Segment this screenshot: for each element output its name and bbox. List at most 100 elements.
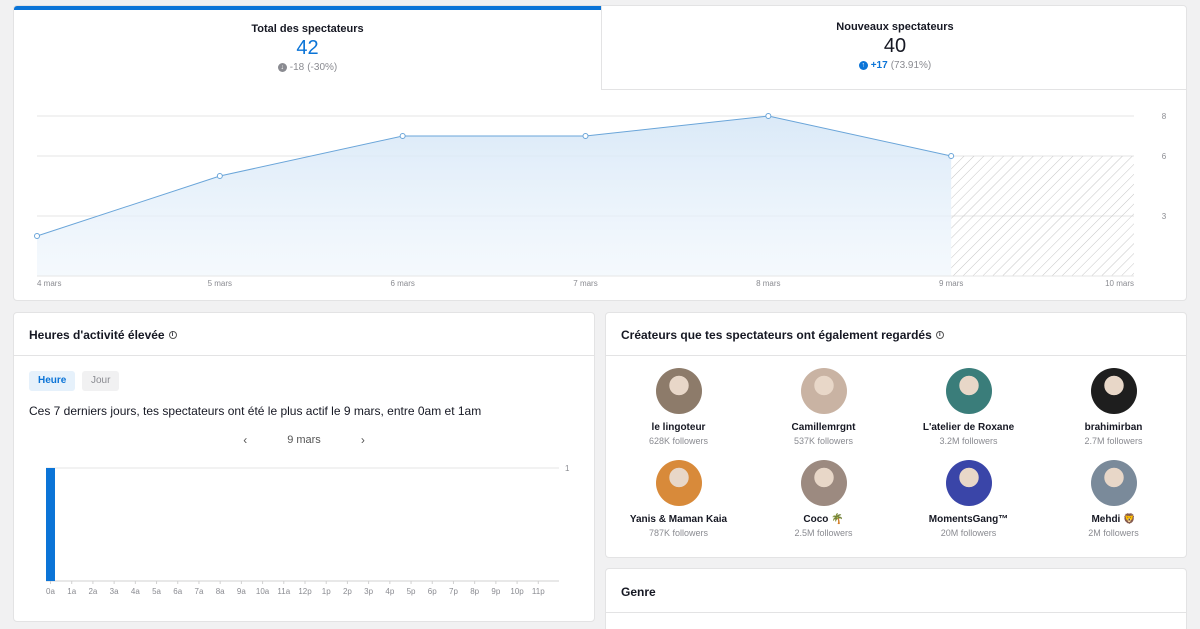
arrow-down-icon: ↓ (277, 63, 287, 72)
avatar[interactable] (945, 368, 992, 414)
avatar[interactable] (800, 368, 847, 414)
chevron-left-icon[interactable]: ‹ (243, 433, 247, 447)
x-tick-label: 7 mars (573, 279, 597, 288)
genre-title: Genre (621, 585, 656, 599)
tab-hour[interactable]: Heure (29, 371, 76, 391)
x-tick-label: 1a (67, 587, 76, 596)
info-icon[interactable]: i (168, 331, 177, 339)
tab-new-viewers[interactable]: Nouveaux spectateurs 40 ↑ +17 (73.91%) (601, 6, 1186, 90)
creator-followers: 628K followers (648, 436, 709, 446)
x-tick-label: 0a (46, 587, 55, 596)
divider (606, 612, 1186, 613)
hours-bar-chart: 10a 1a 2a 3a 4a 5a 6a 7a 8a 9a 10a 11a 12p 1p 2p 3p 4p 5p… (46, 464, 570, 596)
x-tick-label: 5p (407, 587, 416, 596)
avatar[interactable] (655, 368, 702, 414)
creator-name[interactable]: Camillemrgnt (792, 422, 856, 433)
x-tick-label: 7a (195, 587, 204, 596)
projection-area (951, 156, 1134, 276)
avatar[interactable] (1090, 460, 1137, 506)
x-tick-label: 3a (110, 587, 119, 596)
x-tick-label: 10a (256, 587, 270, 596)
data-point (948, 153, 955, 159)
creator-name[interactable]: Yanis & Maman Kaia (630, 514, 727, 525)
creator-followers: 20M followers (940, 528, 997, 538)
bar (46, 468, 55, 581)
creator-item[interactable]: L'atelier de Roxane 3.2M followers (896, 368, 1041, 446)
arrow-up-icon: ↑ (858, 61, 868, 70)
creators-card: Créateurs que tes spectateurs ont égalem… (605, 312, 1187, 558)
x-tick-label: 8 mars (756, 279, 780, 288)
x-tick-label: 4a (131, 587, 140, 596)
x-tick-label: 5a (152, 587, 161, 596)
y-tick-label: 8 (1162, 112, 1167, 121)
x-tick-label: 10p (510, 587, 524, 596)
avatar[interactable] (945, 460, 992, 506)
creators-title: Créateurs que tes spectateurs ont égalem… (621, 328, 944, 342)
tab-total-title: Total des spectateurs (251, 23, 364, 35)
tab-total-viewers[interactable]: Total des spectateurs 42 ↓ -18 (-30%) (14, 6, 601, 90)
tab-total-change: ↓ -18 (-30%) (14, 62, 601, 73)
creator-item[interactable]: MomentsGang™ 20M followers (896, 460, 1041, 538)
date-navigator: ‹ 9 mars › (14, 433, 594, 447)
tab-new-value: 40 (883, 35, 907, 57)
x-tick-label: 1p (322, 587, 331, 596)
creator-name[interactable]: brahimirban (1085, 422, 1143, 433)
y-tick-label: 1 (565, 464, 570, 473)
tab-day[interactable]: Jour (82, 371, 120, 391)
creator-name[interactable]: Coco 🌴 (803, 514, 843, 525)
creator-followers: 3.2M followers (939, 436, 998, 446)
creator-name[interactable]: MomentsGang™ (929, 514, 1008, 525)
area-fill (37, 116, 952, 276)
tab-total-value: 42 (296, 37, 319, 59)
y-tick-label: 3 (1162, 212, 1167, 221)
tab-new-change: ↑ +17 (73.91%) (602, 60, 1186, 71)
x-tick-label: 9 mars (939, 279, 963, 288)
x-tick-label: 7p (449, 587, 458, 596)
creator-name[interactable]: Mehdi 🦁 (1091, 514, 1135, 525)
creator-item[interactable]: brahimirban 2.7M followers (1041, 368, 1186, 446)
viewers-line-chart: 3 6 8 4 mars 5 mars 6 mars 7 mars 8 mars 9 mars 1… (34, 112, 1167, 288)
x-tick-label: 12p (298, 587, 312, 596)
creator-followers: 787K followers (648, 528, 709, 538)
x-tick-label: 11a (277, 587, 290, 596)
creator-item[interactable]: Coco 🌴 2.5M followers (751, 460, 896, 538)
x-tick-label: 5 mars (208, 279, 232, 288)
x-tick-label: 11p (532, 587, 545, 596)
info-icon[interactable]: i (935, 331, 944, 339)
genre-card: Genre (605, 568, 1187, 629)
creator-followers: 2.7M followers (1084, 436, 1143, 446)
creator-followers: 537K followers (793, 436, 854, 446)
x-tick-label: 8p (470, 587, 479, 596)
creator-name[interactable]: L'atelier de Roxane (923, 422, 1014, 433)
creators-title-text: Créateurs que tes spectateurs ont égalem… (621, 328, 932, 342)
x-tick-label: 4p (385, 587, 394, 596)
x-tick-label: 2a (88, 587, 97, 596)
viewers-overview-card: Total des spectateurs 42 ↓ -18 (-30%) No… (13, 5, 1187, 301)
avatar[interactable] (800, 460, 847, 506)
creator-name[interactable]: le lingoteur (652, 422, 706, 433)
peak-hours-title: Heures d'activité élevée i (29, 328, 177, 342)
creator-item[interactable]: Yanis & Maman Kaia 787K followers (606, 460, 751, 538)
tab-new-title: Nouveaux spectateurs (836, 21, 954, 33)
x-tick-label: 10 mars (1105, 279, 1134, 288)
avatar[interactable] (1090, 368, 1137, 414)
chevron-right-icon[interactable]: › (361, 433, 365, 447)
creator-followers: 2.5M followers (794, 528, 853, 538)
data-point (582, 133, 589, 139)
creator-item[interactable]: Camillemrgnt 537K followers (751, 368, 896, 446)
peak-hours-title-text: Heures d'activité élevée (29, 328, 165, 342)
avatar[interactable] (655, 460, 702, 506)
new-change-value: +17 (870, 60, 888, 71)
divider (14, 355, 594, 356)
creator-item[interactable]: le lingoteur 628K followers (606, 368, 751, 446)
x-tick-label: 6p (428, 587, 437, 596)
data-point (765, 113, 772, 119)
total-change-pct: (-30%) (307, 62, 338, 73)
x-tick-label: 8a (216, 587, 225, 596)
peak-hours-description: Ces 7 derniers jours, tes spectateurs on… (29, 404, 482, 418)
current-date: 9 mars (287, 434, 321, 446)
creator-item[interactable]: Mehdi 🦁 2M followers (1041, 460, 1186, 538)
creator-followers: 2M followers (1088, 528, 1139, 538)
x-tick-label: 2p (343, 587, 352, 596)
x-tick-label: 9a (237, 587, 246, 596)
